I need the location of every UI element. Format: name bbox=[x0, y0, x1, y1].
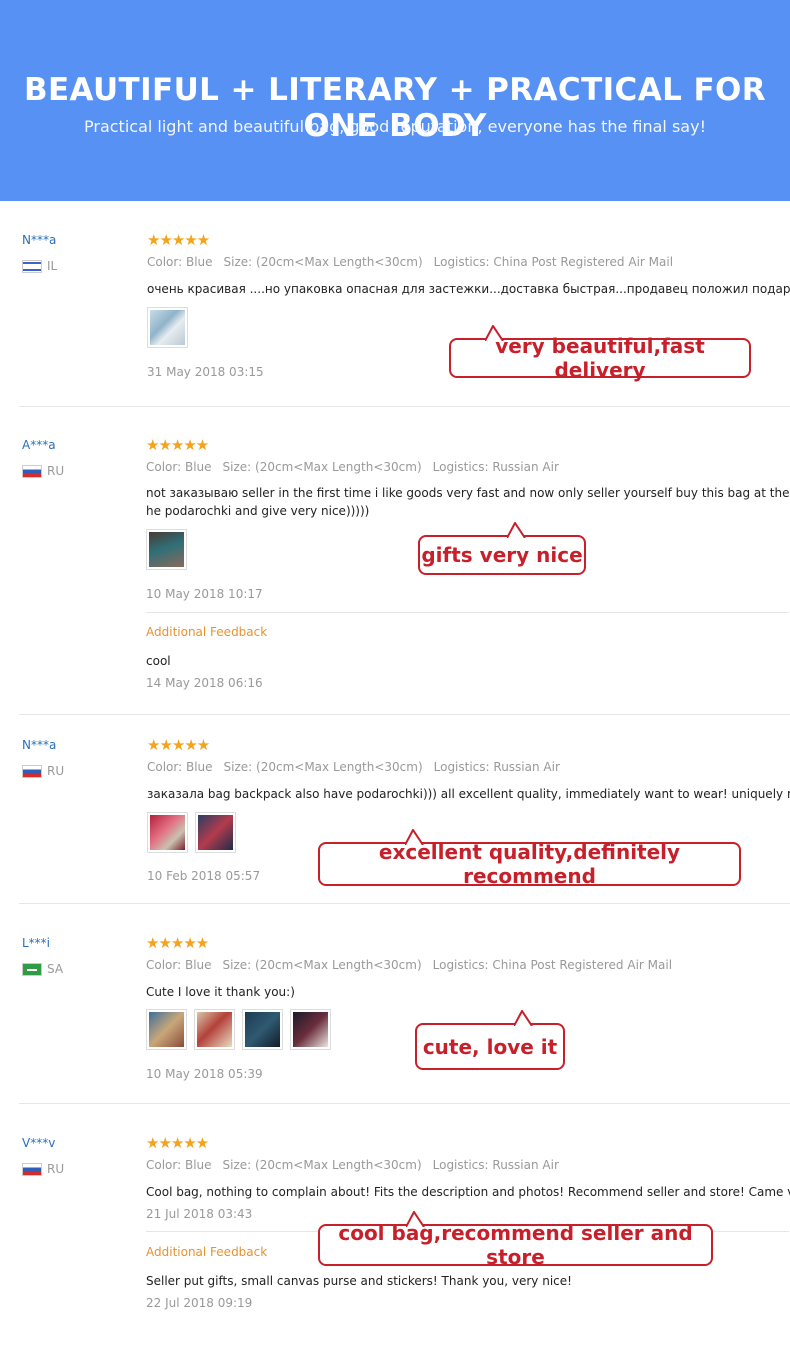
rating-stars: ★★★★★ bbox=[146, 437, 209, 454]
rating-stars: ★★★★★ bbox=[146, 935, 209, 952]
callout-tail-icon bbox=[507, 522, 526, 538]
reviewer-name[interactable]: A***a bbox=[22, 438, 56, 452]
reviewer-name[interactable]: N***a bbox=[22, 738, 56, 752]
reviewer-name[interactable]: N***a bbox=[22, 233, 56, 247]
flag-sa-icon bbox=[22, 962, 42, 976]
callout-text: cool bag,recommend seller and store bbox=[338, 1221, 693, 1269]
additional-feedback-date: 14 May 2018 06:16 bbox=[146, 676, 263, 690]
additional-feedback-text: cool bbox=[146, 654, 171, 668]
review-date: 31 May 2018 03:15 bbox=[147, 365, 264, 379]
reviewer-name[interactable]: L***i bbox=[22, 936, 50, 950]
callout-bubble: excellent quality,definitely recommend bbox=[318, 829, 741, 888]
callout-text: cute, love it bbox=[422, 1034, 558, 1059]
additional-feedback-label: Additional Feedback bbox=[146, 625, 268, 639]
review-photo[interactable] bbox=[290, 1009, 331, 1050]
review-item: A***a RU ★★★★★ Color: Blue Size: (20cm<Ma… bbox=[19, 438, 790, 715]
banner-subtitle: Practical light and beautiful bag, good … bbox=[84, 117, 706, 136]
reviewer-country: SA bbox=[22, 962, 63, 976]
review-item: L***i SA ★★★★★ Color: Blue Size: (20cm<Ma… bbox=[19, 936, 790, 1104]
review-photos bbox=[146, 529, 187, 570]
flag-ru-icon bbox=[22, 1162, 42, 1176]
callout-text: gifts very nice bbox=[421, 543, 583, 567]
additional-feedback-text: Seller put gifts, small canvas purse and… bbox=[146, 1274, 572, 1288]
review-photos bbox=[147, 307, 188, 348]
review-text: not заказываю seller in the first time i… bbox=[146, 486, 790, 518]
order-info: Color: Blue Size: (20cm<Max Length<30cm) L… bbox=[146, 958, 673, 972]
review-photo[interactable] bbox=[147, 812, 188, 853]
reviewer-country: RU bbox=[22, 1162, 64, 1176]
reviewer-name[interactable]: V***v bbox=[22, 1136, 55, 1150]
reviewer-country: IL bbox=[22, 259, 57, 273]
callout-tail-icon bbox=[405, 829, 424, 845]
rating-stars: ★★★★★ bbox=[147, 737, 210, 754]
order-info: Color: Blue Size: (20cm<Max Length<30cm) L… bbox=[147, 255, 674, 269]
review-text: Cool bag, nothing to complain about! Fit… bbox=[146, 1185, 790, 1199]
review-photo[interactable] bbox=[147, 307, 188, 348]
review-date: 10 Feb 2018 05:57 bbox=[147, 869, 261, 883]
review-photo[interactable] bbox=[146, 529, 187, 570]
order-info: Color: Blue Size: (20cm<Max Length<30cm) L… bbox=[146, 1158, 559, 1172]
divider bbox=[146, 612, 789, 613]
callout-bubble: cool bag,recommend seller and store bbox=[318, 1211, 713, 1269]
review-text: Cute I love it thank you:) bbox=[146, 985, 295, 999]
review-photo[interactable] bbox=[195, 812, 236, 853]
callout-bubble: very beautiful,fast delivery bbox=[449, 325, 751, 382]
callout-bubble: cute, love it bbox=[415, 1010, 565, 1070]
callout-tail-icon bbox=[406, 1211, 425, 1227]
review-photo[interactable] bbox=[146, 1009, 187, 1050]
order-info: Color: Blue Size: (20cm<Max Length<30cm) L… bbox=[147, 760, 560, 774]
order-info: Color: Blue Size: (20cm<Max Length<30cm) L… bbox=[146, 460, 559, 474]
reviewer-country: RU bbox=[22, 764, 64, 778]
flag-il-icon bbox=[22, 259, 42, 273]
callout-text: excellent quality,definitely recommend bbox=[378, 840, 681, 888]
review-text: заказала bag backpack also have podaroch… bbox=[147, 787, 790, 801]
reviewer-country: RU bbox=[22, 464, 64, 478]
rating-stars: ★★★★★ bbox=[146, 1135, 209, 1152]
review-date: 10 May 2018 10:17 bbox=[146, 587, 263, 601]
review-photos bbox=[146, 1009, 331, 1050]
review-text: очень красивая ....но упаковка опасная д… bbox=[147, 282, 790, 296]
rating-stars: ★★★★★ bbox=[147, 232, 210, 249]
additional-feedback-date: 22 Jul 2018 09:19 bbox=[146, 1296, 253, 1310]
review-date: 10 May 2018 05:39 bbox=[146, 1067, 263, 1081]
review-photo[interactable] bbox=[242, 1009, 283, 1050]
additional-feedback-label: Additional Feedback bbox=[146, 1245, 268, 1259]
callout-tail-icon bbox=[514, 1010, 533, 1026]
review-photo[interactable] bbox=[194, 1009, 235, 1050]
callout-text: very beautiful,fast delivery bbox=[495, 334, 705, 382]
flag-ru-icon bbox=[22, 764, 42, 778]
review-photos bbox=[147, 812, 236, 853]
header-banner: BEAUTIFUL + LITERARY + PRACTICAL FOR ONE… bbox=[0, 0, 790, 201]
review-date: 21 Jul 2018 03:43 bbox=[146, 1207, 253, 1221]
callout-tail-icon bbox=[485, 325, 504, 341]
callout-bubble: gifts very nice bbox=[418, 522, 586, 575]
flag-ru-icon bbox=[22, 464, 42, 478]
